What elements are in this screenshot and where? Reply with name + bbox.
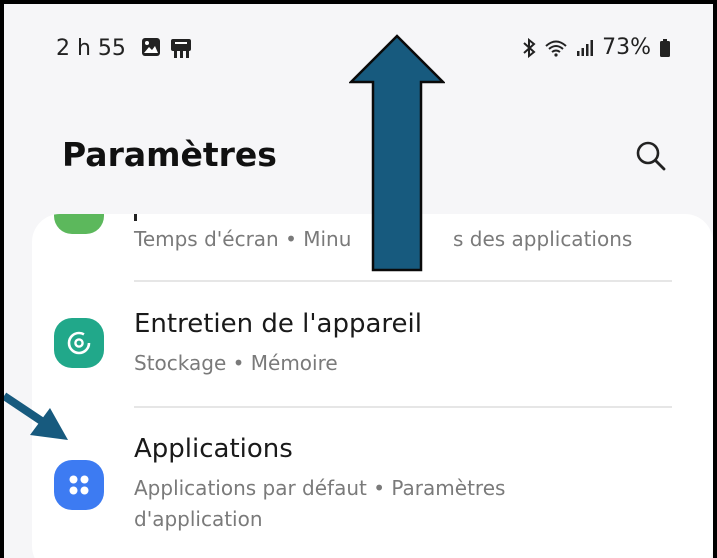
- store-notification-icon: [171, 39, 191, 58]
- bluetooth-icon: [523, 37, 536, 58]
- signal-icon: [577, 39, 594, 56]
- battery-icon: [660, 38, 670, 57]
- wellbeing-icon: [54, 214, 104, 234]
- search-button[interactable]: [633, 138, 669, 174]
- list-item-subtitle-left: Temps d'écran • Minu: [134, 227, 352, 251]
- device-care-icon: [54, 318, 104, 368]
- status-right-area: 73%: [522, 35, 671, 60]
- gallery-notification-icon: [142, 38, 160, 56]
- apps-grid-icon: [54, 460, 104, 510]
- battery-percent: 73%: [602, 35, 651, 60]
- list-item-subtitle: Stockage • Mémoire: [134, 351, 338, 375]
- list-item-subtitle-right: s des applications: [453, 227, 633, 251]
- list-item-applications[interactable]: Applications Applications par défaut • P…: [32, 408, 713, 558]
- notification-icons: [141, 37, 193, 59]
- list-item-title: Entretien de l'appareil: [134, 309, 422, 339]
- list-item-subtitle: Applications par défaut • Paramètres d'a…: [134, 476, 506, 531]
- page-title: Paramètres: [62, 135, 277, 174]
- pointer-arrow-icon: [4, 392, 68, 440]
- wifi-icon: [545, 40, 567, 57]
- search-icon: [636, 141, 666, 171]
- phone-screen: 2 h 55 73% Paramètres Temps d'écran • Mi…: [0, 0, 717, 558]
- list-item-device-care[interactable]: Entretien de l'appareil Stockage • Mémoi…: [32, 282, 713, 406]
- status-time: 2 h 55: [56, 36, 126, 61]
- list-item-title: Applications: [134, 434, 293, 464]
- list-item-title-cropped: [134, 214, 137, 221]
- swipe-up-arrow-icon: [349, 34, 445, 272]
